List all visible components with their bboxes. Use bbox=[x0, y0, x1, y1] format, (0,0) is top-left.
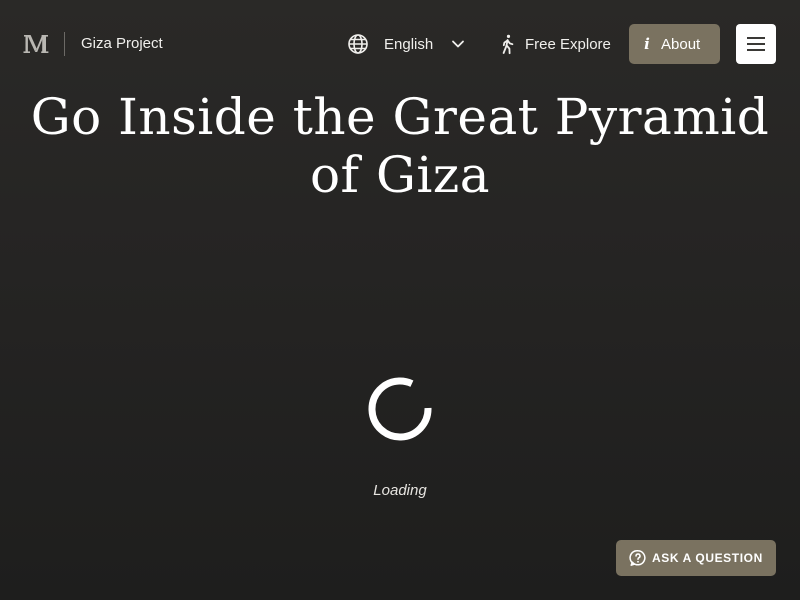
ask-a-question-button[interactable]: ASK A QUESTION bbox=[616, 540, 776, 576]
free-explore-link[interactable]: Free Explore bbox=[496, 30, 611, 58]
menu-bar-top bbox=[747, 37, 765, 39]
top-navigation-bar: Giza Project English Free Explore i Abou… bbox=[0, 0, 800, 88]
free-explore-label: Free Explore bbox=[525, 35, 611, 53]
hamburger-menu-button[interactable] bbox=[736, 24, 776, 64]
brand-name[interactable]: Giza Project bbox=[81, 34, 163, 54]
page-title: Go Inside the Great Pyramid of Giza bbox=[30, 88, 770, 204]
chevron-down-icon bbox=[452, 40, 465, 48]
loading-spinner-icon bbox=[368, 377, 432, 441]
museum-m-logo-icon[interactable] bbox=[22, 30, 50, 58]
walking-person-icon bbox=[502, 34, 514, 55]
loading-text: Loading bbox=[373, 482, 427, 499]
language-selected-value: English bbox=[384, 35, 434, 53]
menu-bar-bottom bbox=[747, 49, 765, 51]
menu-bar-middle bbox=[747, 43, 765, 45]
about-button[interactable]: i About bbox=[629, 24, 720, 64]
question-bubble-icon bbox=[629, 550, 646, 566]
language-selector[interactable]: English bbox=[346, 30, 467, 58]
ask-a-question-label: ASK A QUESTION bbox=[652, 551, 763, 565]
about-label: About bbox=[661, 35, 701, 53]
globe-icon bbox=[348, 34, 368, 54]
info-icon: i bbox=[644, 35, 650, 53]
logo-divider bbox=[64, 32, 65, 56]
